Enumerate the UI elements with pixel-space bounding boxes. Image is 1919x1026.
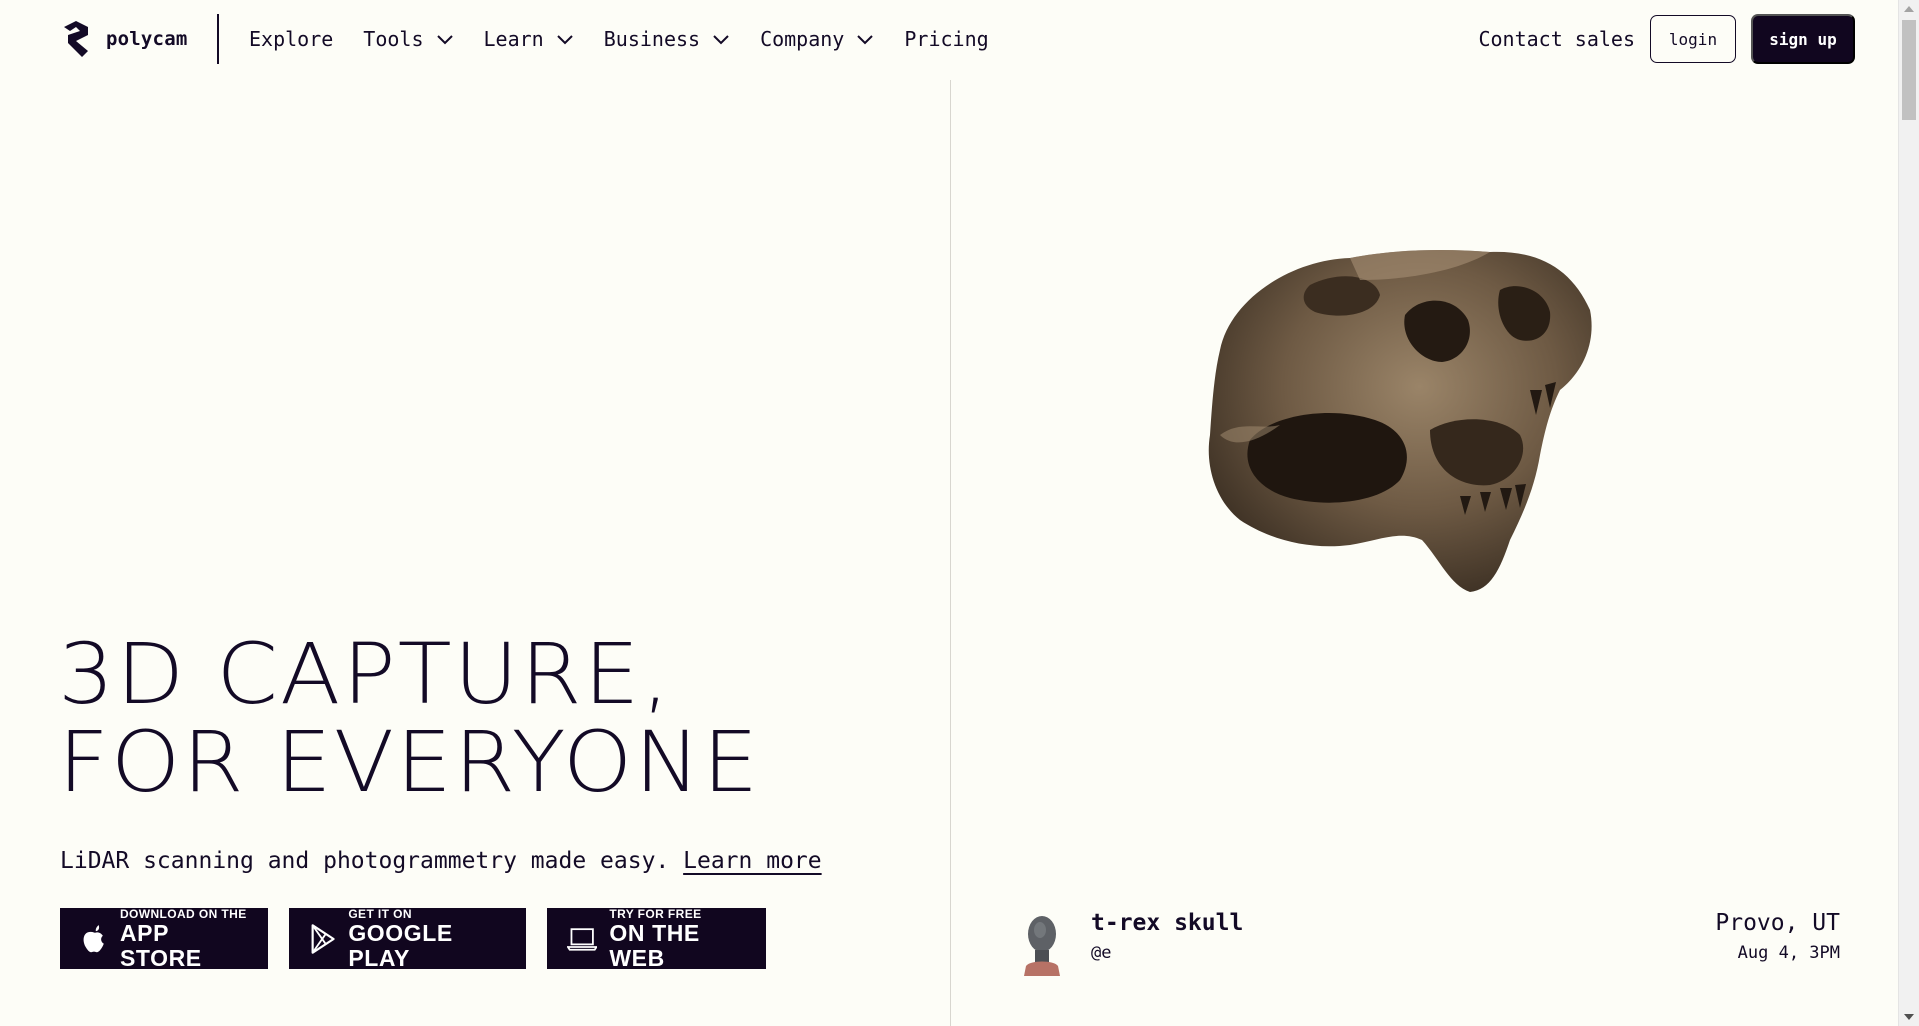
page-scrollbar[interactable] bbox=[1898, 0, 1919, 1026]
model-author[interactable]: @e bbox=[1091, 943, 1111, 963]
t-rex-skull-icon[interactable] bbox=[1200, 240, 1600, 600]
brand-name: polycam bbox=[106, 28, 188, 50]
google-play-button[interactable]: GET IT ON GOOGLE PLAY bbox=[289, 906, 526, 971]
nav-divider bbox=[217, 14, 219, 64]
store-buttons: DOWNLOAD ON THE APP STORE GET IT ON GOOG… bbox=[60, 906, 787, 971]
nav-links: Explore Tools Learn Business Company Pri… bbox=[249, 0, 1019, 78]
top-nav: polycam Explore Tools Learn Business Com… bbox=[0, 0, 1898, 78]
page: polycam Explore Tools Learn Business Com… bbox=[0, 0, 1919, 1026]
nav-item-pricing[interactable]: Pricing bbox=[904, 27, 988, 51]
chevron-down-icon bbox=[713, 35, 729, 45]
nav-item-company[interactable]: Company bbox=[760, 27, 874, 51]
app-store-button[interactable]: DOWNLOAD ON THE APP STORE bbox=[60, 906, 268, 971]
model-name: t-rex skull bbox=[1091, 910, 1244, 936]
nav-item-tools[interactable]: Tools bbox=[363, 27, 453, 51]
google-play-small-label: GET IT ON bbox=[348, 906, 412, 921]
polycam-logo-icon bbox=[64, 21, 88, 57]
nav-item-explore[interactable]: Explore bbox=[249, 27, 333, 51]
logo-link[interactable]: polycam bbox=[62, 21, 187, 57]
web-app-big-label: ON THE WEB bbox=[609, 919, 700, 971]
learn-more-link[interactable]: Learn more bbox=[683, 848, 821, 874]
hero-title-line-1: 3D CAPTURE, bbox=[58, 625, 672, 723]
app-store-small-label: DOWNLOAD ON THE bbox=[119, 906, 247, 921]
scroll-down-arrow-icon[interactable] bbox=[1904, 1014, 1914, 1020]
web-app-button[interactable]: TRY FOR FREE ON THE WEB bbox=[547, 906, 766, 971]
chevron-down-icon bbox=[557, 35, 573, 45]
nav-item-business[interactable]: Business bbox=[604, 27, 730, 51]
google-play-icon bbox=[311, 923, 335, 954]
nav-item-learn[interactable]: Learn bbox=[484, 27, 574, 51]
google-play-big-label: GOOGLE PLAY bbox=[348, 919, 453, 971]
nav-item-label: Explore bbox=[249, 27, 334, 51]
hero-title: 3D CAPTURE, FOR EVERYONE bbox=[58, 630, 760, 806]
chevron-down-icon bbox=[436, 35, 453, 45]
apple-icon bbox=[83, 924, 104, 952]
model-date: Aug 4, 3PM bbox=[1737, 943, 1840, 963]
scroll-up-arrow-icon[interactable] bbox=[1904, 6, 1914, 12]
hero-subtitle: LiDAR scanning and photogrammetry made e… bbox=[60, 848, 822, 874]
model-location: Provo, UT bbox=[1715, 910, 1840, 936]
login-button[interactable]: login bbox=[1650, 15, 1736, 63]
web-app-small-label: TRY FOR FREE bbox=[609, 906, 702, 921]
nav-item-label: Tools bbox=[363, 27, 424, 51]
bust-avatar-icon bbox=[1024, 916, 1060, 976]
nav-item-label: Pricing bbox=[904, 27, 989, 51]
nav-item-label: Business bbox=[603, 27, 701, 51]
laptop-icon bbox=[567, 927, 598, 951]
chevron-down-icon bbox=[857, 35, 874, 45]
nav-item-label: Learn bbox=[483, 27, 544, 51]
scroll-thumb[interactable] bbox=[1902, 20, 1916, 120]
hero-title-line-2: FOR EVERYONE bbox=[58, 713, 761, 811]
panel-divider bbox=[950, 80, 951, 1026]
hero-subtitle-text: LiDAR scanning and photogrammetry made e… bbox=[60, 848, 670, 874]
app-store-big-label: APP STORE bbox=[119, 919, 202, 971]
signup-button[interactable]: sign up bbox=[1751, 14, 1855, 64]
nav-item-label: Company bbox=[760, 27, 845, 51]
contact-sales-link[interactable]: Contact sales bbox=[1478, 27, 1635, 51]
nav-actions: Contact sales login sign up bbox=[1478, 14, 1855, 64]
featured-model-card[interactable]: t-rex skull @e Provo, UT Aug 4, 3PM bbox=[1020, 906, 1840, 976]
